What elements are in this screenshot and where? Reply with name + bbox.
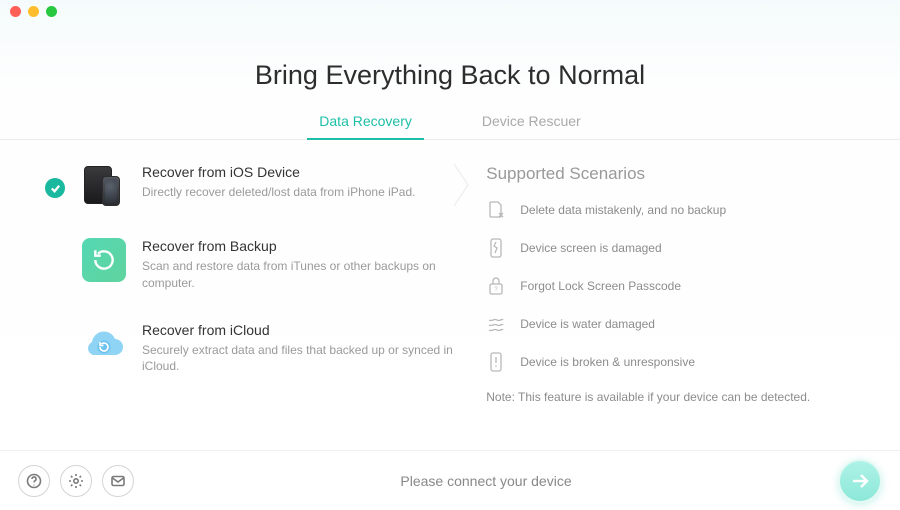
- option-desc: Securely extract data and files that bac…: [142, 342, 454, 376]
- arrow-right-icon: [850, 471, 870, 491]
- check-icon: [45, 178, 65, 198]
- settings-button[interactable]: [60, 465, 92, 497]
- scenarios-note: Note: This feature is available if your …: [486, 390, 856, 404]
- page-title: Bring Everything Back to Normal: [0, 60, 900, 91]
- scenario-label: Device is broken & unresponsive: [520, 355, 695, 369]
- option-recover-from-icloud[interactable]: Recover from iCloud Securely extract dat…: [44, 322, 454, 376]
- mail-icon: [110, 473, 126, 489]
- footer-status: Please connect your device: [134, 473, 838, 489]
- tab-data-recovery[interactable]: Data Recovery: [319, 113, 412, 139]
- option-title: Recover from iOS Device: [142, 164, 454, 180]
- option-desc: Scan and restore data from iTunes or oth…: [142, 258, 454, 292]
- window-titlebar: [0, 0, 900, 22]
- option-recover-from-backup[interactable]: Recover from Backup Scan and restore dat…: [44, 238, 454, 292]
- scenario-item: ? Forgot Lock Screen Passcode: [486, 276, 856, 296]
- water-icon: [486, 314, 506, 334]
- chevron-right-divider-icon: [450, 160, 474, 210]
- option-recover-from-ios-device[interactable]: Recover from iOS Device Directly recover…: [44, 164, 454, 208]
- alert-icon: [486, 352, 506, 372]
- scenario-item: Device screen is damaged: [486, 238, 856, 258]
- maximize-window-button[interactable]: [46, 6, 57, 17]
- devices-icon: [82, 164, 126, 208]
- recovery-options-list: Recover from iOS Device Directly recover…: [44, 164, 454, 405]
- file-delete-icon: [486, 200, 506, 220]
- option-title: Recover from iCloud: [142, 322, 454, 338]
- scenario-label: Forgot Lock Screen Passcode: [520, 279, 681, 293]
- option-desc: Directly recover deleted/lost data from …: [142, 184, 454, 201]
- tab-device-rescuer[interactable]: Device Rescuer: [482, 113, 581, 139]
- help-button[interactable]: [18, 465, 50, 497]
- feedback-button[interactable]: [102, 465, 134, 497]
- cloud-refresh-icon: [82, 322, 126, 366]
- supported-scenarios-panel: Supported Scenarios Delete data mistaken…: [478, 164, 856, 405]
- gear-icon: [68, 473, 84, 489]
- scenario-item: Device is water damaged: [486, 314, 856, 334]
- footer-bar: Please connect your device: [0, 450, 900, 510]
- minimize-window-button[interactable]: [28, 6, 39, 17]
- option-title: Recover from Backup: [142, 238, 454, 254]
- help-icon: [26, 473, 42, 489]
- svg-text:?: ?: [495, 287, 499, 293]
- scenario-label: Device is water damaged: [520, 317, 655, 331]
- tab-bar: Data Recovery Device Rescuer: [0, 113, 900, 140]
- scenario-item: Device is broken & unresponsive: [486, 352, 856, 372]
- next-button[interactable]: [838, 459, 882, 503]
- lock-icon: ?: [486, 276, 506, 296]
- scenario-label: Delete data mistakenly, and no backup: [520, 203, 726, 217]
- refresh-folder-icon: [82, 238, 126, 282]
- scenarios-title: Supported Scenarios: [486, 164, 856, 184]
- scenario-label: Device screen is damaged: [520, 241, 661, 255]
- screen-broken-icon: [486, 238, 506, 258]
- close-window-button[interactable]: [10, 6, 21, 17]
- scenario-item: Delete data mistakenly, and no backup: [486, 200, 856, 220]
